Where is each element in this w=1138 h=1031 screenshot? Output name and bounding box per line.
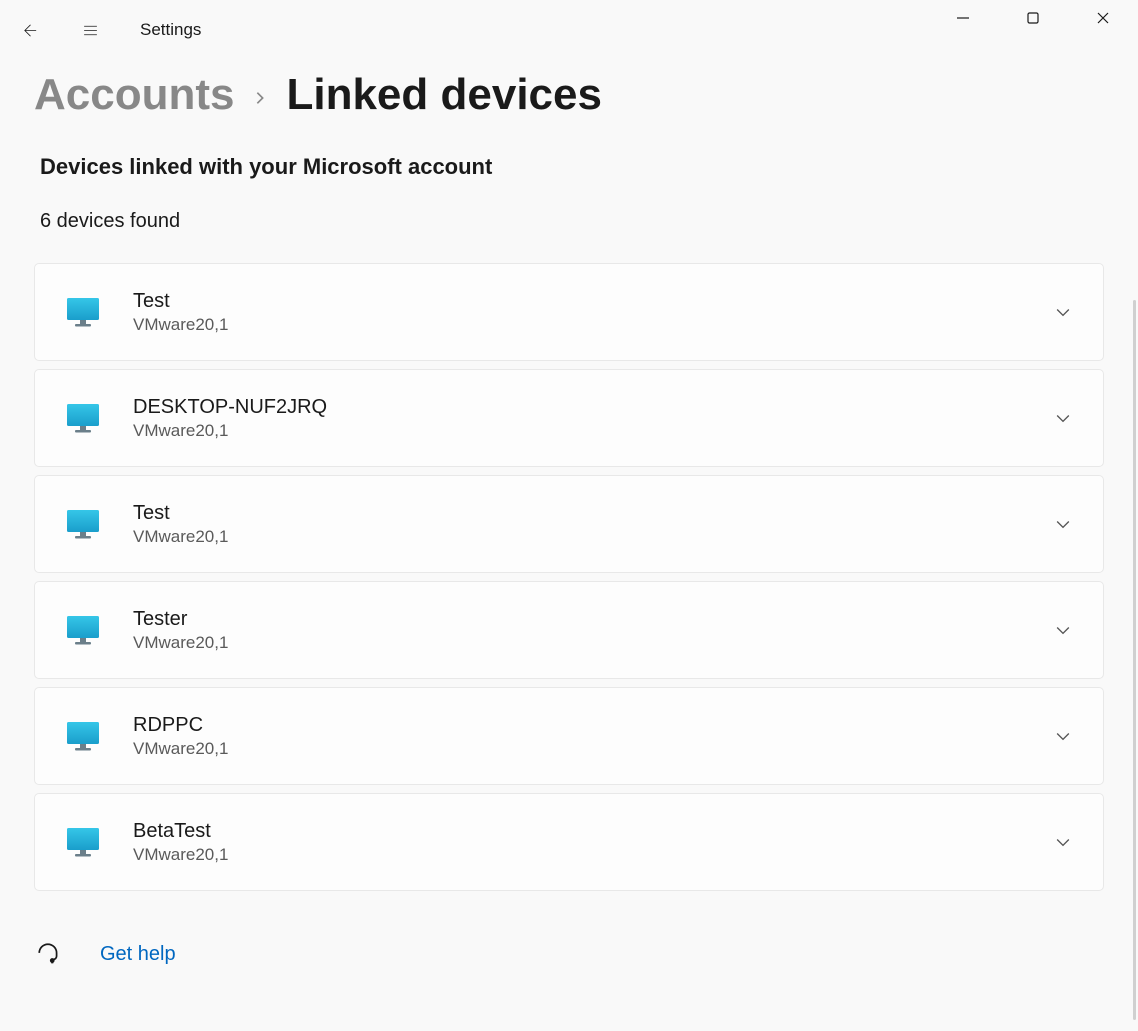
nav-toggle-button[interactable] bbox=[60, 0, 120, 60]
get-help-link[interactable]: ? Get help bbox=[36, 941, 1104, 967]
device-card[interactable]: Test VMware20,1 bbox=[34, 263, 1104, 361]
maximize-button[interactable] bbox=[998, 0, 1068, 36]
app-title: Settings bbox=[140, 20, 201, 40]
close-button[interactable] bbox=[1068, 0, 1138, 36]
device-name: BetaTest bbox=[133, 820, 1053, 843]
monitor-icon bbox=[65, 400, 101, 436]
monitor-icon bbox=[65, 718, 101, 754]
chevron-down-icon bbox=[1053, 514, 1073, 534]
device-name: Test bbox=[133, 502, 1053, 525]
device-model: VMware20,1 bbox=[133, 527, 1053, 547]
arrow-left-icon bbox=[22, 22, 39, 39]
minimize-icon bbox=[956, 11, 970, 25]
monitor-icon bbox=[65, 612, 101, 648]
svg-text:?: ? bbox=[51, 960, 53, 964]
device-model: VMware20,1 bbox=[133, 739, 1053, 759]
device-card[interactable]: RDPPC VMware20,1 bbox=[34, 687, 1104, 785]
device-model: VMware20,1 bbox=[133, 633, 1053, 653]
section-subtitle: Devices linked with your Microsoft accou… bbox=[40, 154, 1104, 180]
breadcrumb-parent[interactable]: Accounts bbox=[34, 70, 234, 120]
device-info: Tester VMware20,1 bbox=[133, 608, 1053, 653]
device-count: 6 devices found bbox=[40, 210, 1104, 233]
device-name: Test bbox=[133, 290, 1053, 313]
device-name: RDPPC bbox=[133, 714, 1053, 737]
device-name: Tester bbox=[133, 608, 1053, 631]
device-info: Test VMware20,1 bbox=[133, 502, 1053, 547]
device-info: RDPPC VMware20,1 bbox=[133, 714, 1053, 759]
device-info: DESKTOP-NUF2JRQ VMware20,1 bbox=[133, 396, 1053, 441]
back-button[interactable] bbox=[0, 0, 60, 60]
device-model: VMware20,1 bbox=[133, 421, 1053, 441]
minimize-button[interactable] bbox=[928, 0, 998, 36]
chevron-down-icon bbox=[1053, 302, 1073, 322]
monitor-icon bbox=[65, 824, 101, 860]
device-list: Test VMware20,1 DESKTOP-NUF2JRQ bbox=[34, 263, 1104, 891]
chevron-down-icon bbox=[1053, 408, 1073, 428]
device-info: BetaTest VMware20,1 bbox=[133, 820, 1053, 865]
monitor-icon bbox=[65, 506, 101, 542]
get-help-label: Get help bbox=[100, 943, 176, 966]
device-model: VMware20,1 bbox=[133, 845, 1053, 865]
device-card[interactable]: Tester VMware20,1 bbox=[34, 581, 1104, 679]
maximize-icon bbox=[1026, 11, 1040, 25]
close-icon bbox=[1096, 11, 1110, 25]
help-icon: ? bbox=[36, 941, 62, 967]
chevron-down-icon bbox=[1053, 726, 1073, 746]
hamburger-icon bbox=[82, 22, 99, 39]
device-card[interactable]: Test VMware20,1 bbox=[34, 475, 1104, 573]
device-model: VMware20,1 bbox=[133, 315, 1053, 335]
chevron-down-icon bbox=[1053, 832, 1073, 852]
page-title: Linked devices bbox=[286, 70, 601, 120]
device-card[interactable]: BetaTest VMware20,1 bbox=[34, 793, 1104, 891]
monitor-icon bbox=[65, 294, 101, 330]
device-name: DESKTOP-NUF2JRQ bbox=[133, 396, 1053, 419]
device-info: Test VMware20,1 bbox=[133, 290, 1053, 335]
scrollbar[interactable] bbox=[1133, 300, 1136, 1020]
breadcrumb: Accounts Linked devices bbox=[34, 70, 1104, 120]
device-card[interactable]: DESKTOP-NUF2JRQ VMware20,1 bbox=[34, 369, 1104, 467]
title-bar: Settings bbox=[0, 0, 1138, 60]
chevron-down-icon bbox=[1053, 620, 1073, 640]
chevron-right-icon bbox=[252, 85, 268, 113]
